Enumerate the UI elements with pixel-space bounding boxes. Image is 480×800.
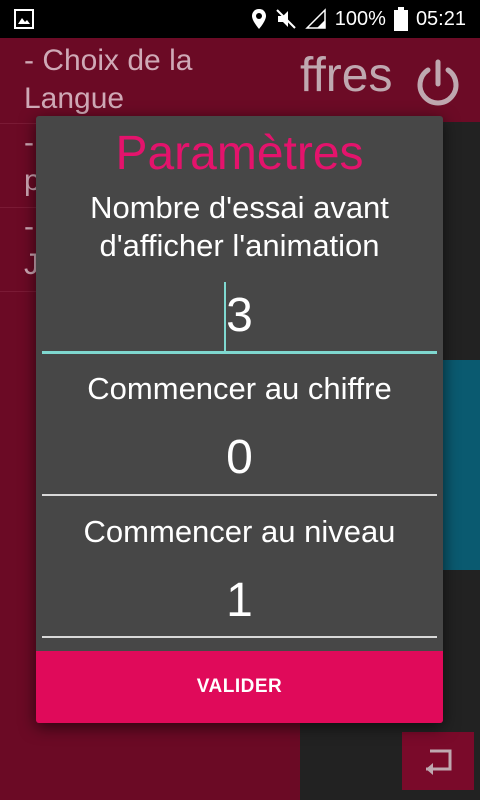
drawer-item-label: - Choix de la Langue xyxy=(24,44,193,115)
field-label-start-digit: Commencer au chiffre xyxy=(87,371,392,406)
signal-icon xyxy=(304,8,326,29)
field-label-start-level: Commencer au niveau xyxy=(83,514,396,549)
app-title-fragment: ffres xyxy=(300,49,393,102)
drawer-item-language[interactable]: - Choix de la Langue xyxy=(0,42,300,124)
status-bar: 100% 05:21 xyxy=(0,0,480,38)
validate-button[interactable]: VALIDER xyxy=(36,651,443,723)
start-digit-underline xyxy=(42,494,437,496)
undo-icon xyxy=(426,749,452,775)
back-button[interactable] xyxy=(402,732,474,790)
dialog-title: Paramètres xyxy=(115,127,364,180)
power-icon[interactable] xyxy=(412,58,464,110)
mute-icon xyxy=(276,9,296,29)
start-level-underline xyxy=(42,636,437,638)
field-label-attempts-line1: Nombre d'essai avant xyxy=(90,190,389,225)
battery-icon xyxy=(393,7,408,31)
text-cursor xyxy=(224,282,226,352)
attempts-input[interactable]: 3 xyxy=(36,288,443,343)
start-level-input[interactable]: 1 xyxy=(36,573,443,628)
location-icon xyxy=(251,9,266,29)
battery-percent: 100% xyxy=(334,7,386,30)
field-label-attempts-line2: d'afficher l'animation xyxy=(99,228,380,263)
image-icon xyxy=(14,9,34,29)
start-digit-input[interactable]: 0 xyxy=(36,430,443,485)
clock: 05:21 xyxy=(415,7,466,30)
attempts-input-underline xyxy=(42,351,437,354)
